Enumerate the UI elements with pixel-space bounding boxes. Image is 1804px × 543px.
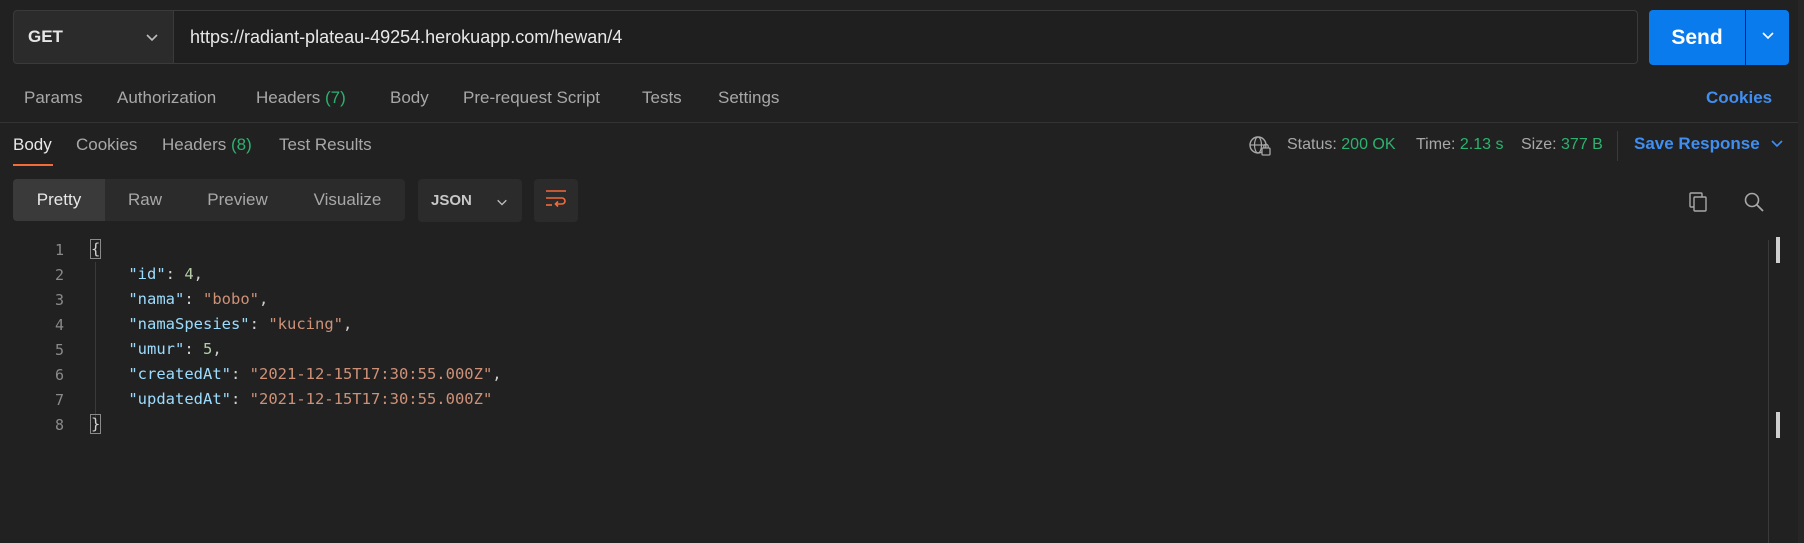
line-number: 3 — [54, 291, 64, 309]
line-number: 4 — [54, 316, 64, 334]
search-button[interactable] — [1742, 190, 1766, 214]
wrap-lines-icon — [544, 188, 568, 213]
response-status: Status: 200 OK — [1287, 136, 1396, 154]
line-number: 8 — [54, 416, 64, 434]
response-tab-headers-label: Headers — [162, 135, 227, 154]
wrap-lines-button[interactable] — [534, 179, 578, 222]
format-label: JSON — [431, 192, 472, 209]
line-number: 7 — [54, 391, 64, 409]
json-key: "nama" — [128, 290, 185, 308]
time-label: Time: — [1416, 136, 1456, 153]
chevron-down-icon — [1761, 28, 1775, 47]
json-comma: , — [212, 340, 222, 358]
line-number: 6 — [54, 366, 64, 384]
view-raw-button[interactable]: Raw — [105, 179, 185, 221]
status-value: 200 OK — [1341, 136, 1396, 153]
tab-headers[interactable]: Headers (7) — [256, 88, 346, 108]
line-number: 5 — [54, 341, 64, 359]
json-comma: , — [492, 365, 502, 383]
response-headers-count-badge: (8) — [231, 135, 252, 154]
editor-scrollbar[interactable] — [1768, 240, 1769, 543]
line-number: 1 — [54, 241, 64, 259]
json-key: "createdAt" — [128, 365, 231, 383]
response-size: Size: 377 B — [1521, 136, 1603, 154]
json-comma: , — [342, 315, 353, 333]
tab-tests[interactable]: Tests — [642, 88, 682, 108]
cookies-link[interactable]: Cookies — [1706, 88, 1772, 108]
json-value: "bobo" — [203, 290, 259, 308]
tab-body[interactable]: Body — [390, 88, 429, 108]
code-line[interactable]: "updatedAt": "2021-12-15T17:30:55.000Z" — [91, 390, 492, 408]
json-key: "namaSpesies" — [128, 315, 250, 333]
code-line[interactable]: "id": 4, — [91, 265, 203, 283]
scrollbar-marker — [1776, 237, 1780, 263]
save-response-label: Save Response — [1634, 134, 1760, 153]
tab-settings[interactable]: Settings — [718, 88, 779, 108]
size-value: 377 B — [1561, 136, 1603, 153]
send-label: Send — [1671, 25, 1723, 49]
tab-headers-label: Headers — [256, 88, 321, 107]
status-label: Status: — [1287, 136, 1337, 153]
method-label: GET — [28, 27, 63, 46]
meta-divider — [1617, 131, 1618, 161]
json-value: "kucing" — [268, 315, 343, 333]
code-line[interactable]: } — [89, 414, 102, 434]
time-value: 2.13 s — [1459, 136, 1504, 153]
chevron-down-icon — [496, 195, 508, 212]
search-icon — [1742, 192, 1766, 218]
view-visualize-button[interactable]: Visualize — [290, 179, 405, 221]
url-input[interactable] — [174, 10, 1638, 64]
response-tab-body[interactable]: Body — [13, 135, 52, 155]
copy-icon — [1686, 192, 1710, 218]
view-pretty-button[interactable]: Pretty — [13, 179, 105, 221]
window-edge — [1798, 0, 1804, 543]
response-tab-cookies[interactable]: Cookies — [76, 135, 137, 155]
line-number: 2 — [54, 266, 64, 284]
save-response-button[interactable]: Save Response — [1634, 134, 1784, 155]
json-key: "updatedAt" — [128, 390, 231, 408]
globe-lock-icon[interactable] — [1248, 135, 1272, 162]
json-value: "2021-12-15T17:30:55.000Z" — [249, 365, 493, 383]
response-tab-test-results[interactable]: Test Results — [279, 135, 372, 155]
active-tab-indicator — [13, 164, 53, 166]
chevron-down-icon — [1770, 135, 1784, 155]
code-line[interactable]: "umur": 5, — [91, 340, 222, 358]
json-value: 4 — [184, 265, 194, 283]
size-label: Size: — [1521, 136, 1557, 153]
format-select[interactable]: JSON — [418, 179, 522, 222]
scrollbar-marker — [1776, 412, 1780, 438]
code-line[interactable]: "nama": "bobo", — [91, 290, 268, 308]
tab-authorization[interactable]: Authorization — [117, 88, 216, 108]
method-select[interactable]: GET — [13, 10, 174, 64]
section-divider — [0, 122, 1798, 123]
json-comma: , — [193, 265, 204, 283]
code-line[interactable]: "createdAt": "2021-12-15T17:30:55.000Z", — [91, 365, 502, 383]
json-key: "id" — [128, 265, 166, 283]
json-key: "umur" — [128, 340, 185, 358]
json-value: "2021-12-15T17:30:55.000Z" — [249, 390, 493, 408]
headers-count-badge: (7) — [325, 88, 346, 107]
code-line[interactable]: "namaSpesies": "kucing", — [91, 315, 352, 333]
brace-open: { — [89, 239, 102, 259]
brace-close: } — [89, 414, 102, 434]
send-button[interactable]: Send — [1649, 10, 1745, 65]
chevron-down-icon — [145, 29, 159, 49]
code-line[interactable]: { — [89, 239, 102, 259]
send-options-button[interactable] — [1746, 10, 1789, 65]
json-value: 5 — [203, 340, 213, 358]
response-time: Time: 2.13 s — [1416, 136, 1503, 154]
view-preview-button[interactable]: Preview — [185, 179, 290, 221]
copy-button[interactable] — [1686, 190, 1710, 214]
tab-pre-request-script[interactable]: Pre-request Script — [463, 88, 600, 108]
response-tab-headers[interactable]: Headers (8) — [162, 135, 252, 155]
tab-params[interactable]: Params — [24, 88, 83, 108]
json-comma: , — [259, 290, 269, 308]
